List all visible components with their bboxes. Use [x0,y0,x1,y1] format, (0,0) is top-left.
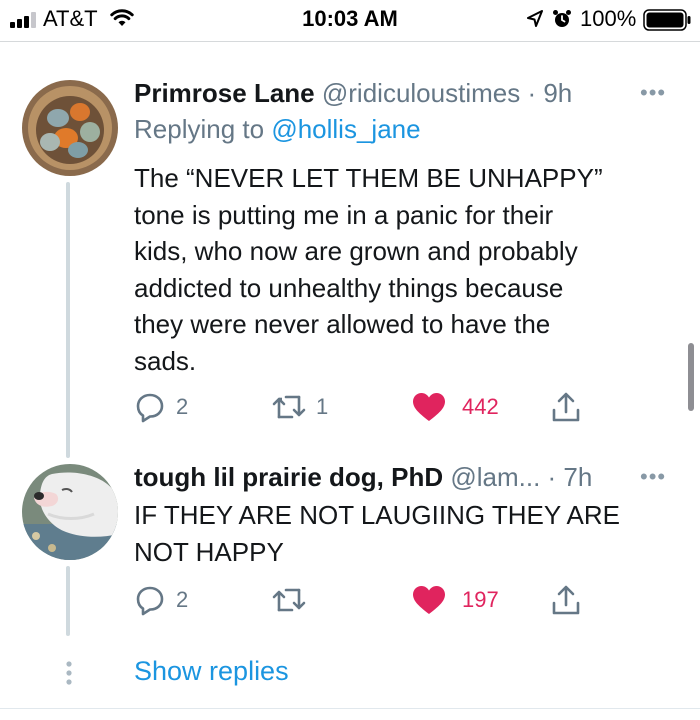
tweet-text: The “NEVER LET THEM BE UNHAPPY” tone is … [134,160,603,379]
battery-icon [643,9,691,31]
reply-button[interactable]: 2 [134,583,188,617]
scrollbar[interactable] [688,343,694,411]
reply-bubble-icon [136,393,164,423]
tweet-text-line: sads. [134,345,197,376]
display-name[interactable]: tough lil prairie dog, PhD [134,462,443,492]
divider [0,41,700,42]
reply-count: 2 [176,587,189,612]
heart-icon [413,586,445,614]
tweet-text-line: kids, who now are grown and probably [134,236,578,266]
more-dots-icon[interactable]: ••• [640,80,666,106]
tweet-text-line: addicted to unhealthy things because [134,272,564,303]
tweet-text-line: NOT HAPPY [134,536,284,567]
like-count: 197 [462,587,499,612]
thread-line [66,182,70,458]
heart-icon [413,393,445,421]
location-arrow-icon [527,10,543,27]
battery-percent: 100% [580,6,637,31]
tweet-text-line: they were never allowed to have the [134,309,551,339]
replying-to: Replying to @hollis_jane [134,114,421,145]
retweet-count: 1 [316,394,329,419]
share-icon [552,392,580,422]
display-name[interactable]: Primrose Lane [134,78,315,108]
user-handle[interactable]: @ridiculoustimes [322,78,520,108]
reply-button[interactable]: 2 [134,390,188,424]
more-vertical-dots-icon [66,661,72,685]
avatar[interactable] [22,80,118,176]
retweet-button[interactable] [272,583,306,617]
divider [0,708,700,709]
reply-count: 2 [176,394,189,419]
like-count: 442 [462,394,499,419]
retweet-icon [272,395,306,419]
mention-link[interactable]: @hollis_jane [271,114,420,144]
share-button[interactable] [551,390,581,424]
share-button[interactable] [551,583,581,617]
replying-to-label: Replying to [134,114,272,144]
tweet-text-line: IF THEY ARE NOT LAUGIING THEY ARE [134,500,620,530]
timestamp: · 7h [540,462,593,492]
status-bar: AT&T 10:03 AM 100% [0,0,700,40]
tweet-text-line: The “NEVER LET THEM BE UNHAPPY” [134,163,603,193]
thread-line [66,566,70,636]
reply-bubble-icon [136,586,164,616]
more-dots-icon[interactable]: ••• [640,464,666,490]
timestamp: · 9h [520,78,573,108]
like-button[interactable]: 197 [412,583,499,617]
tweet-text: IF THEY ARE NOT LAUGIING THEY ARE NOT HA… [134,497,620,570]
tweet-header: Primrose Lane @ridiculoustimes · 9h [134,78,572,109]
show-replies-link[interactable]: Show replies [134,656,289,687]
user-handle[interactable]: @lam... [450,462,540,492]
alarm-icon [553,10,571,27]
tweet-text-line: tone is putting me in a panic for their [134,199,554,230]
tweet-header: tough lil prairie dog, PhD @lam... · 7h [134,462,592,493]
share-icon [552,585,580,615]
retweet-button[interactable]: 1 [272,390,328,424]
retweet-icon [272,588,306,612]
like-button[interactable]: 442 [412,390,499,424]
avatar[interactable] [22,464,118,560]
